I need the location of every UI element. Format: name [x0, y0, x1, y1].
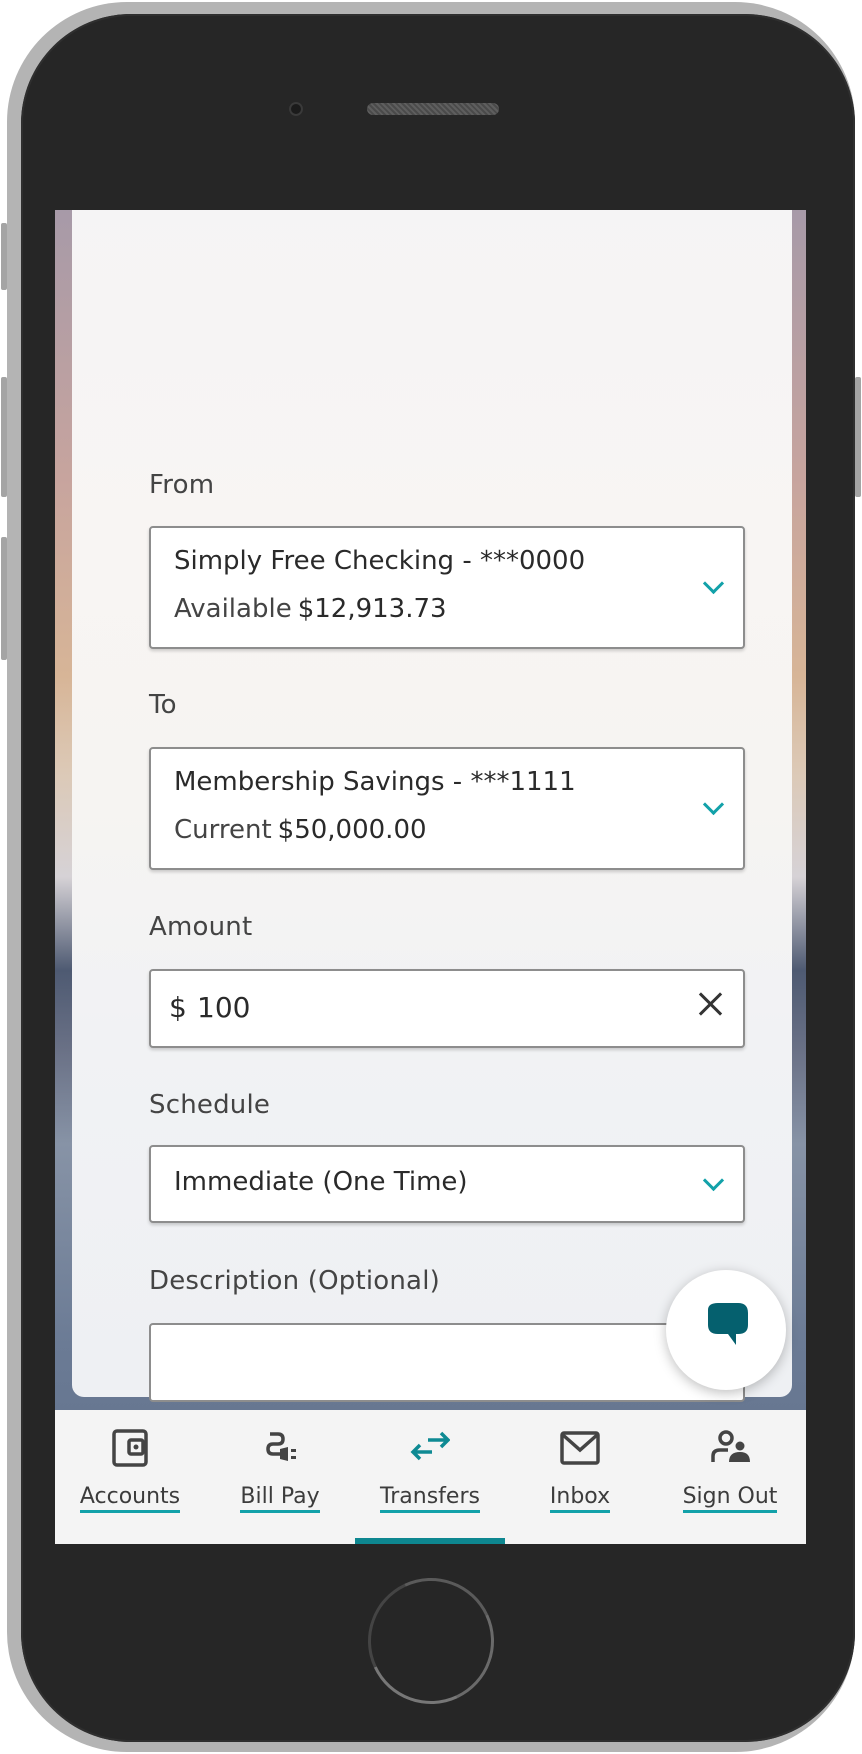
- nav-transfers-label: Transfers: [380, 1484, 480, 1513]
- amount-field[interactable]: $: [149, 969, 745, 1048]
- plug-icon: [266, 1432, 296, 1461]
- nav-sign-out[interactable]: Sign Out: [655, 1410, 805, 1544]
- wallet-icon: [112, 1429, 148, 1467]
- nav-inbox[interactable]: Inbox: [505, 1410, 655, 1544]
- power-button: [855, 377, 861, 497]
- schedule-value: Immediate (One Time): [174, 1167, 468, 1197]
- nav-transfers[interactable]: Transfers: [355, 1410, 505, 1544]
- from-balance-label: Available: [174, 594, 292, 624]
- chat-button[interactable]: [666, 1270, 786, 1390]
- chat-bubble-icon: [708, 1303, 748, 1345]
- description-label: Description (Optional): [149, 1266, 440, 1296]
- schedule-label: Schedule: [149, 1090, 271, 1120]
- app-screen: From Simply Free Checking - ***0000 Avai…: [55, 210, 806, 1544]
- nav-bill-pay-label: Bill Pay: [240, 1484, 320, 1513]
- transfer-arrows-icon: [410, 1431, 450, 1461]
- to-label: To: [149, 690, 177, 720]
- to-balance-value: $50,000.00: [277, 815, 427, 845]
- nav-accounts[interactable]: Accounts: [55, 1410, 205, 1544]
- description-field[interactable]: [149, 1323, 745, 1402]
- transfer-form-card: From Simply Free Checking - ***0000 Avai…: [72, 210, 792, 1530]
- amount-input[interactable]: [197, 991, 597, 1024]
- schedule-select[interactable]: Immediate (One Time): [149, 1145, 745, 1223]
- chevron-down-icon: [702, 793, 725, 816]
- nav-bill-pay[interactable]: Bill Pay: [205, 1410, 355, 1544]
- earpiece-speaker: [367, 103, 499, 115]
- from-label: From: [149, 470, 215, 500]
- users-icon: [711, 1430, 750, 1462]
- front-camera: [289, 102, 303, 116]
- nav-accounts-label: Accounts: [79, 1484, 181, 1513]
- description-input[interactable]: [151, 1325, 743, 1400]
- bottom-nav: Accounts Bill Pay Transfers Inbox Sign O…: [55, 1410, 806, 1544]
- to-account-select[interactable]: Membership Savings - ***1111 Current $50,…: [149, 747, 745, 870]
- from-account-select[interactable]: Simply Free Checking - ***0000 Available…: [149, 526, 745, 649]
- to-balance-label: Current: [174, 815, 272, 845]
- envelope-icon: [560, 1431, 600, 1465]
- active-tab-indicator: [355, 1538, 505, 1544]
- currency-symbol: $: [169, 991, 187, 1024]
- from-balance-value: $12,913.73: [297, 594, 447, 624]
- nav-inbox-label: Inbox: [549, 1484, 611, 1513]
- to-account-balance: Current $50,000.00: [174, 815, 427, 845]
- from-account-balance: Available $12,913.73: [174, 594, 447, 624]
- clear-icon[interactable]: [695, 989, 725, 1019]
- chevron-down-icon: [702, 572, 725, 595]
- chevron-down-icon: [702, 1169, 725, 1192]
- from-account-name: Simply Free Checking - ***0000: [174, 546, 586, 576]
- amount-label: Amount: [149, 912, 253, 942]
- to-account-name: Membership Savings - ***1111: [174, 767, 576, 797]
- nav-sign-out-label: Sign Out: [682, 1484, 778, 1513]
